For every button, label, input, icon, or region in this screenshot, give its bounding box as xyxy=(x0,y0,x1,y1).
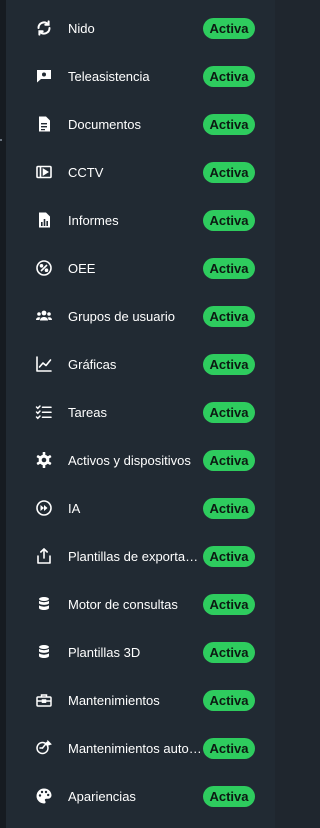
module-label: Grupos de usuario xyxy=(68,308,175,324)
module-row-informes[interactable]: Informes Activa xyxy=(6,196,275,244)
document-icon xyxy=(35,115,53,133)
status-badge: Activa xyxy=(203,401,255,423)
status-badge: Activa xyxy=(203,545,255,567)
status-badge: Activa xyxy=(203,689,255,711)
database-icon xyxy=(35,643,53,661)
user-group-icon xyxy=(35,307,53,325)
status-badge: Activa xyxy=(203,497,255,519)
toolbox-icon xyxy=(35,691,53,709)
module-row-activos-y-dispositivos[interactable]: Activos y dispositivos Activa xyxy=(6,436,275,484)
fast-forward-circle-icon xyxy=(35,499,53,517)
scroll-marker xyxy=(0,139,2,141)
percent-circle-icon xyxy=(35,259,53,277)
status-badge: Activa xyxy=(203,785,255,807)
module-row-grupos-de-usuario[interactable]: Grupos de usuario Activa xyxy=(6,292,275,340)
module-row-ia[interactable]: IA Activa xyxy=(6,484,275,532)
status-badge: Activa xyxy=(203,641,255,663)
sync-circle-icon xyxy=(35,19,53,37)
checklist-icon xyxy=(35,403,53,421)
status-badge: Activa xyxy=(203,17,255,39)
module-row-teleasistencia[interactable]: Teleasistencia Activa xyxy=(6,52,275,100)
module-label: CCTV xyxy=(68,164,104,180)
module-row-nido[interactable]: Nido Activa xyxy=(6,4,275,52)
module-row-plantillas-3d[interactable]: Plantillas 3D Activa xyxy=(6,628,275,676)
module-list: Nido Activa Teleasistencia Activa Docume… xyxy=(6,0,275,828)
status-badge: Activa xyxy=(203,113,255,135)
module-label: Mantenimientos automáticos xyxy=(68,740,204,756)
database-icon xyxy=(35,595,53,613)
status-badge: Activa xyxy=(203,593,255,615)
module-row-documentos[interactable]: Documentos Activa xyxy=(6,100,275,148)
module-label: Mantenimientos xyxy=(68,692,160,708)
module-row-mantenimientos[interactable]: Mantenimientos Activa xyxy=(6,676,275,724)
report-chart-icon xyxy=(35,211,53,229)
module-label: Documentos xyxy=(68,116,141,132)
module-row-graficas[interactable]: Gráficas Activa xyxy=(6,340,275,388)
status-badge: Activa xyxy=(203,353,255,375)
export-icon xyxy=(35,547,53,565)
module-label: Motor de consultas xyxy=(68,596,178,612)
module-label: Plantillas de exportación xyxy=(68,548,204,564)
video-camera-icon xyxy=(35,163,53,181)
module-label: Plantillas 3D xyxy=(68,644,141,660)
module-row-cctv[interactable]: CCTV Activa xyxy=(6,148,275,196)
module-label: IA xyxy=(68,500,81,516)
module-row-oee[interactable]: OEE Activa xyxy=(6,244,275,292)
module-row-tareas[interactable]: Tareas Activa xyxy=(6,388,275,436)
auto-maintenance-icon xyxy=(35,739,53,757)
gear-icon xyxy=(35,451,53,469)
palette-icon xyxy=(35,787,53,805)
module-label: Gráficas xyxy=(68,356,117,372)
status-badge: Activa xyxy=(203,305,255,327)
status-badge: Activa xyxy=(203,449,255,471)
status-badge: Activa xyxy=(203,161,255,183)
chat-bubble-icon xyxy=(35,67,53,85)
module-row-apariencias[interactable]: Apariencias Activa xyxy=(6,772,275,820)
module-label: Teleasistencia xyxy=(68,68,150,84)
status-badge: Activa xyxy=(203,65,255,87)
module-label: Informes xyxy=(68,212,119,228)
module-row-motor-de-consultas[interactable]: Motor de consultas Activa xyxy=(6,580,275,628)
status-badge: Activa xyxy=(203,737,255,759)
status-badge: Activa xyxy=(203,209,255,231)
status-badge: Activa xyxy=(203,257,255,279)
module-label: Activos y dispositivos xyxy=(68,452,191,468)
module-row-plantillas-de-exportacion[interactable]: Plantillas de exportación Activa xyxy=(6,532,275,580)
module-label: OEE xyxy=(68,260,96,276)
line-chart-icon xyxy=(35,355,53,373)
module-label: Nido xyxy=(68,20,95,36)
module-label: Apariencias xyxy=(68,788,136,804)
module-row-mantenimientos-automaticos[interactable]: Mantenimientos automáticos Activa xyxy=(6,724,275,772)
module-label: Tareas xyxy=(68,404,108,420)
